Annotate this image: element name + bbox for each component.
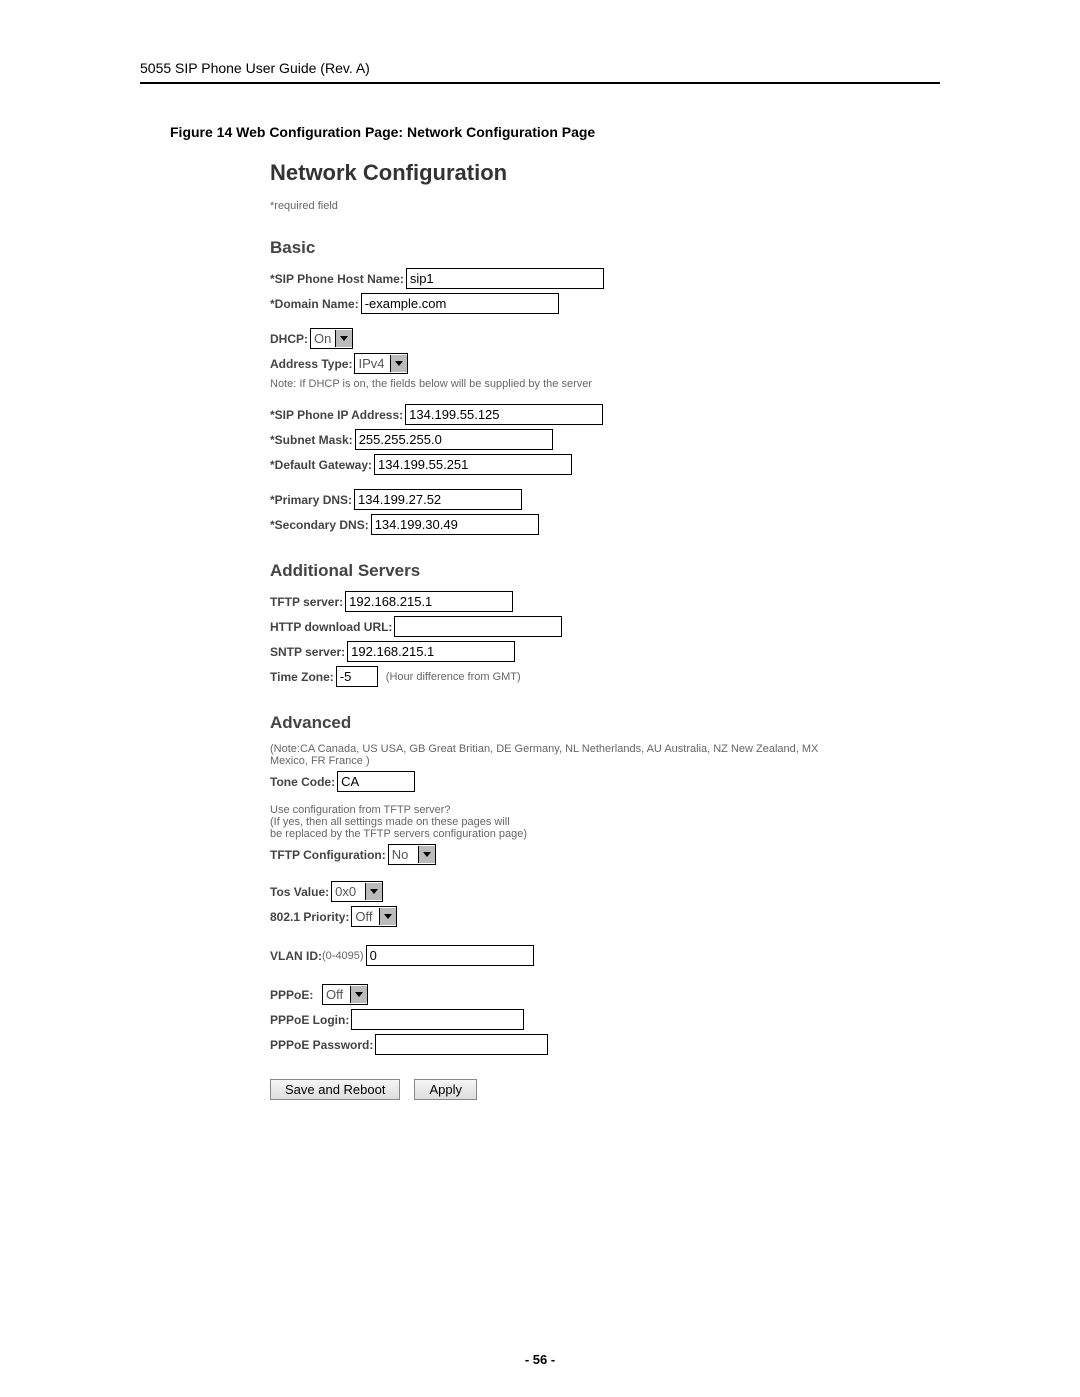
pppoe-value: Off [326, 987, 346, 1002]
tftpcfg-n2: be replaced by the TFTP servers configur… [270, 828, 890, 840]
pppoe-login-label: PPPoE Login: [270, 1013, 349, 1027]
dhcp-value: On [314, 331, 331, 346]
secondary-dns-label: *Secondary DNS: [270, 518, 369, 532]
chevron-down-icon [418, 846, 435, 863]
pppoe-login-input[interactable] [351, 1009, 524, 1030]
sntp-label: SNTP server: [270, 645, 345, 659]
vlan-range: (0-4095) [322, 950, 364, 962]
addrtype-select[interactable]: IPv4 [354, 353, 408, 374]
timezone-note: (Hour difference from GMT) [386, 671, 521, 683]
chevron-down-icon [379, 908, 396, 925]
chevron-down-icon [350, 986, 367, 1003]
section-advanced: Advanced [270, 713, 890, 733]
http-url-label: HTTP download URL: [270, 620, 392, 634]
ip-input[interactable] [405, 404, 603, 425]
dhcp-note: Note: If DHCP is on, the fields below wi… [270, 378, 890, 390]
config-screenshot: Network Configuration *required field Ba… [270, 160, 890, 1100]
vlan-input[interactable] [366, 945, 534, 966]
figure-caption: Figure 14 Web Configuration Page: Networ… [170, 124, 940, 140]
timezone-input[interactable] [336, 666, 378, 687]
tone-code-label: Tone Code: [270, 775, 335, 789]
chevron-down-icon [365, 883, 382, 900]
http-url-input[interactable] [394, 616, 562, 637]
tftpcfg-select[interactable]: No [388, 844, 436, 865]
tftp-input[interactable] [345, 591, 513, 612]
tftpcfg-label: TFTP Configuration: [270, 848, 386, 862]
tone-code-input[interactable] [337, 771, 415, 792]
host-name-label: *SIP Phone Host Name: [270, 272, 404, 286]
section-basic: Basic [270, 238, 890, 258]
apply-button[interactable]: Apply [414, 1079, 477, 1100]
save-reboot-button[interactable]: Save and Reboot [270, 1079, 400, 1100]
tos-label: Tos Value: [270, 885, 329, 899]
chevron-down-icon [335, 330, 352, 347]
dhcp-select[interactable]: On [310, 328, 353, 349]
addrtype-value: IPv4 [358, 356, 386, 371]
priority-value: Off [355, 909, 375, 924]
vlan-label: VLAN ID: [270, 949, 322, 963]
pppoe-password-input[interactable] [375, 1034, 548, 1055]
dhcp-label: DHCP: [270, 332, 308, 346]
timezone-label: Time Zone: [270, 670, 334, 684]
domain-name-input[interactable] [361, 293, 559, 314]
domain-name-label: *Domain Name: [270, 297, 359, 311]
pppoe-label: PPPoE: [270, 988, 320, 1002]
subnet-label: *Subnet Mask: [270, 433, 353, 447]
ip-label: *SIP Phone IP Address: [270, 408, 403, 422]
tos-select[interactable]: 0x0 [331, 881, 383, 902]
primary-dns-label: *Primary DNS: [270, 493, 352, 507]
pppoe-pw-label: PPPoE Password: [270, 1038, 373, 1052]
section-servers: Additional Servers [270, 561, 890, 581]
sntp-input[interactable] [347, 641, 515, 662]
priority-select[interactable]: Off [351, 906, 397, 927]
pppoe-select[interactable]: Off [322, 984, 368, 1005]
tftpcfg-n1: (If yes, then all settings made on these… [270, 816, 890, 828]
tos-value: 0x0 [335, 884, 361, 899]
page-title: Network Configuration [270, 160, 890, 186]
primary-dns-input[interactable] [354, 489, 522, 510]
tftpcfg-value: No [392, 847, 414, 862]
host-name-input[interactable] [406, 268, 604, 289]
tftp-label: TFTP server: [270, 595, 343, 609]
tone-note: (Note:CA Canada, US USA, GB Great Britia… [270, 743, 830, 767]
page-number: - 56 - [0, 1352, 1080, 1367]
tftpcfg-q: Use configuration from TFTP server? [270, 804, 890, 816]
subnet-input[interactable] [355, 429, 553, 450]
secondary-dns-input[interactable] [371, 514, 539, 535]
required-note: *required field [270, 200, 890, 212]
gateway-input[interactable] [374, 454, 572, 475]
chevron-down-icon [390, 355, 407, 372]
document-header: 5055 SIP Phone User Guide (Rev. A) [140, 60, 940, 84]
priority-label: 802.1 Priority: [270, 910, 349, 924]
gateway-label: *Default Gateway: [270, 458, 372, 472]
addrtype-label: Address Type: [270, 357, 352, 371]
